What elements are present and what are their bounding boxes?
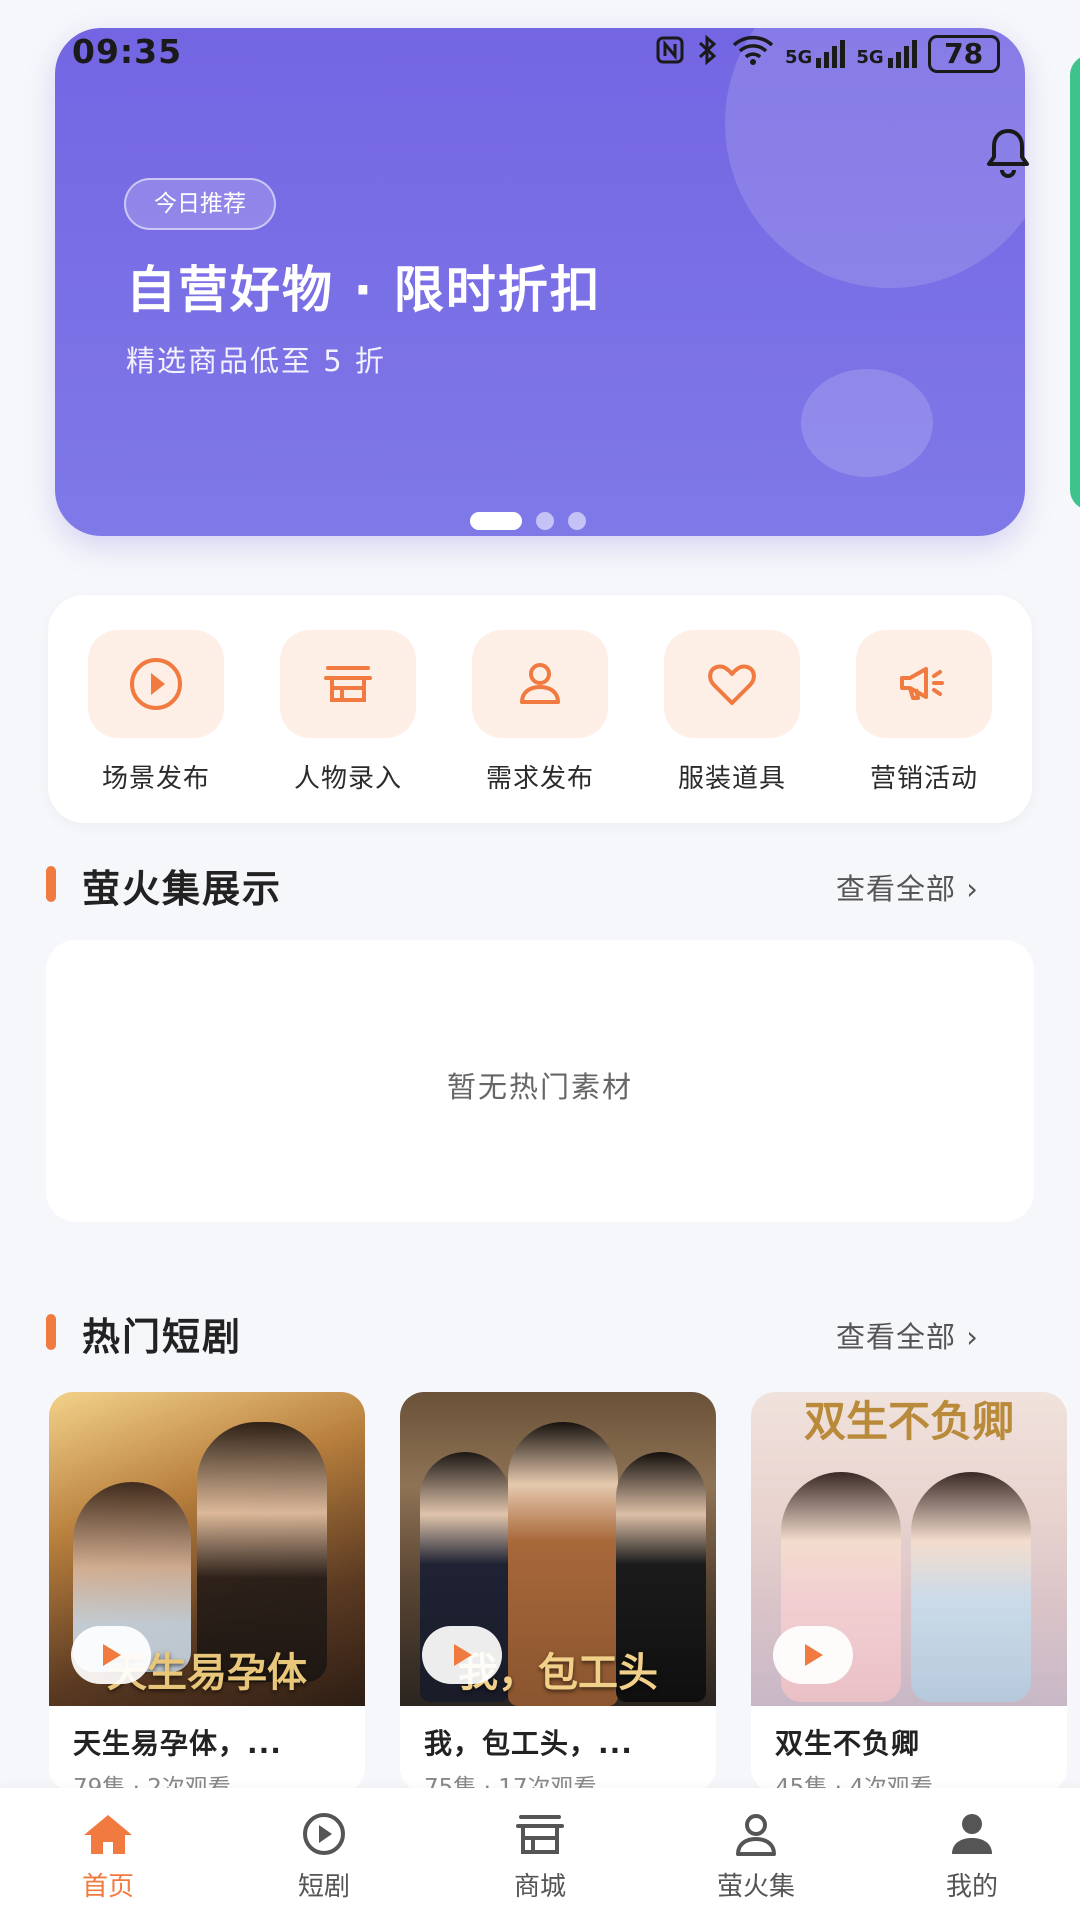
status-time: 09:35: [72, 32, 183, 71]
section-accent-bar: [46, 1314, 56, 1350]
heart-icon: [664, 630, 800, 738]
nav-label: 商城: [513, 1872, 566, 1902]
quick-action-label: 需求发布: [485, 764, 594, 794]
signal-icon: 5G: [856, 39, 917, 68]
drama-title: 双生不负卿: [775, 1727, 921, 1760]
signal-icon: 5G: [785, 39, 846, 68]
quick-action-character-entry[interactable]: 人物录入: [268, 630, 428, 795]
play-icon[interactable]: [773, 1626, 853, 1684]
quick-action-label: 营销活动: [869, 764, 978, 794]
banner-decoration: [801, 369, 933, 477]
section-title-firefly: 萤火集展示: [82, 867, 283, 911]
quick-action-label: 场景发布: [101, 764, 210, 794]
nav-short-drama[interactable]: 短剧: [234, 1812, 414, 1903]
profile-icon: [882, 1812, 1062, 1860]
bell-icon[interactable]: [985, 126, 1031, 178]
quick-action-marketing[interactable]: 营销活动: [844, 630, 1004, 795]
poster-title-text: 双生不负卿: [803, 1397, 1014, 1446]
quick-action-costume-props[interactable]: 服装道具: [652, 630, 812, 795]
next-banner-peek[interactable]: [1070, 55, 1080, 510]
section-title-hot-dramas: 热门短剧: [82, 1315, 243, 1359]
megaphone-icon: [856, 630, 992, 738]
pagination-dot[interactable]: [536, 512, 554, 530]
banner-tag: 今日推荐: [124, 178, 276, 230]
play-circle-icon: [234, 1812, 414, 1860]
quick-action-label: 服装道具: [677, 764, 786, 794]
drama-title: 我，包工头，...: [424, 1727, 633, 1760]
nav-mine[interactable]: 我的: [882, 1812, 1062, 1903]
play-icon[interactable]: [422, 1626, 502, 1684]
nav-firefly[interactable]: 萤火集: [666, 1812, 846, 1903]
view-all-dramas-link[interactable]: 查看全部 ›: [836, 1314, 979, 1356]
user-icon: [472, 630, 608, 738]
nav-label: 我的: [945, 1872, 998, 1902]
quick-action-label: 人物录入: [293, 764, 402, 794]
home-icon: [18, 1812, 198, 1860]
banner-title: 自营好物 · 限时折扣: [126, 261, 602, 319]
quick-action-scene-publish[interactable]: 场景发布: [76, 630, 236, 795]
view-all-firefly-link[interactable]: 查看全部 ›: [836, 866, 979, 908]
empty-state-text: 暂无热门素材: [446, 1070, 633, 1104]
banner-pagination: [470, 512, 586, 530]
pagination-dot[interactable]: [568, 512, 586, 530]
drama-title: 天生易孕体，...: [73, 1727, 282, 1760]
battery-indicator: 78: [927, 34, 1000, 73]
store-icon: [280, 630, 416, 738]
play-circle-icon: [88, 630, 224, 738]
drama-poster[interactable]: 天生易孕体: [49, 1392, 365, 1706]
drama-poster[interactable]: 我，包工头: [400, 1392, 716, 1706]
nav-label: 萤火集: [716, 1872, 795, 1902]
pagination-dot-active[interactable]: [470, 512, 522, 530]
drama-poster[interactable]: 双生不负卿: [751, 1392, 1067, 1706]
nfc-icon: [655, 35, 685, 72]
wifi-icon: [731, 34, 775, 73]
store-icon: [450, 1812, 630, 1860]
user-icon: [666, 1812, 846, 1860]
drama-card[interactable]: 双生不负卿 双生不负卿 45集 · 4次观看: [751, 1392, 1067, 1792]
section-accent-bar: [46, 866, 56, 902]
nav-label: 首页: [81, 1872, 134, 1902]
nav-home[interactable]: 首页: [18, 1812, 198, 1903]
banner-subtitle: 精选商品低至 5 折: [126, 344, 386, 378]
drama-card[interactable]: 天生易孕体 天生易孕体，... 79集 · 2次观看: [49, 1392, 365, 1792]
nav-label: 短剧: [297, 1872, 350, 1902]
play-icon[interactable]: [71, 1626, 151, 1684]
nav-mall[interactable]: 商城: [450, 1812, 630, 1903]
drama-card[interactable]: 我，包工头 我，包工头，... 75集 · 17次观看: [400, 1392, 716, 1792]
bluetooth-icon: [695, 34, 721, 73]
status-icons: 5G 5G 78: [655, 34, 1000, 73]
quick-action-demand-publish[interactable]: 需求发布: [460, 630, 620, 795]
